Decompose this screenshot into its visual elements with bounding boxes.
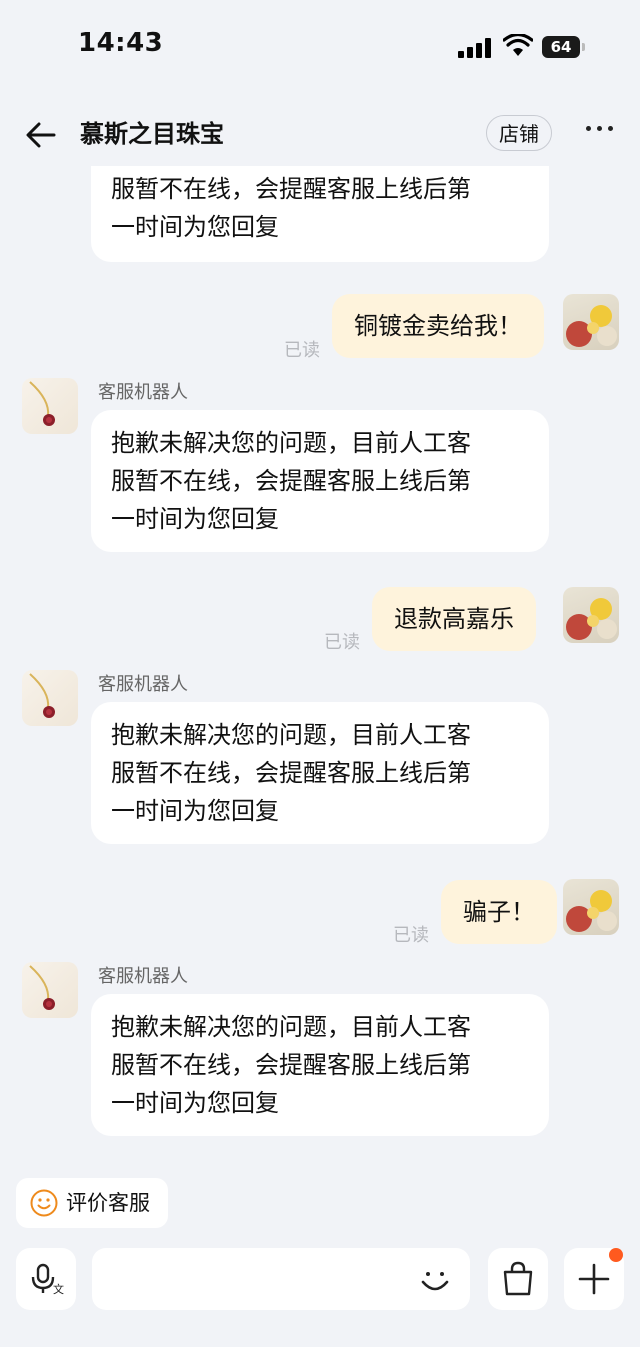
bot-avatar[interactable] [22,670,78,726]
bot-message-bubble: 抱歉未解决您的问题，目前人工客 服暂不在线，会提醒客服上线后第 一时间为您回复 [91,410,549,552]
store-button[interactable]: 店铺 [486,115,552,151]
read-receipt: 已读 [324,632,360,653]
avatar-image [29,673,55,718]
rate-service-label: 评价客服 [66,1191,150,1215]
status-time: 14:43 [78,28,164,58]
message-line: 一时间为您回复 [111,797,279,825]
voice-to-text-button[interactable]: 文 [16,1248,76,1310]
voice-to-text-icon: 文 [31,1263,64,1296]
wifi-icon [503,34,533,56]
avatar-image [566,598,617,640]
my-message-bubble: 退款高嘉乐 [372,587,536,651]
message-line: 抱歉未解决您的问题，目前人工客 [111,429,471,457]
cellular-signal-icon [458,38,492,58]
emoji-icon[interactable] [418,1263,452,1297]
message-line: 服暂不在线，会提醒客服上线后第 [111,467,471,495]
bot-name: 客服机器人 [98,966,188,987]
message-line: 服暂不在线，会提醒客服上线后第 [111,1051,471,1079]
avatar-image [29,965,55,1010]
shopping-bag-icon [503,1261,533,1296]
back-arrow-icon[interactable] [24,118,58,152]
battery-tip [582,43,585,51]
message-line: 抱歉未解决您的问题，目前人工客 [111,721,471,749]
my-avatar[interactable] [563,587,619,643]
bot-name: 客服机器人 [98,674,188,695]
read-receipt: 已读 [393,925,429,946]
more-options-icon[interactable] [586,126,614,134]
message-line: 服暂不在线，会提醒客服上线后第 [111,759,471,787]
avatar-image [29,381,55,426]
bot-name: 客服机器人 [98,382,188,403]
message-line: 一时间为您回复 [111,505,279,533]
my-avatar[interactable] [563,879,619,935]
message-line: 一时间为您回复 [111,213,279,241]
avatar-image [566,305,617,347]
message-line: 服暂不在线，会提醒客服上线后第 [111,175,471,203]
bot-message-bubble: 抱歉未解决您的问题，目前人工客 服暂不在线，会提醒客服上线后第 一时间为您回复 [91,702,549,844]
my-message-bubble: 铜镀金卖给我！ [332,294,544,358]
message-line: 抱歉未解决您的问题，目前人工客 [111,1013,471,1041]
bot-avatar[interactable] [22,378,78,434]
my-avatar[interactable] [563,294,619,350]
bot-message-bubble: 抱歉未解决您的问题，目前人工客 服暂不在线，会提醒客服上线后第 一时间为您回复 [91,994,549,1136]
rate-service-button[interactable]: 评价客服 [16,1178,168,1228]
shopping-bag-button[interactable] [488,1248,548,1310]
bot-message-bubble: 服暂不在线，会提醒客服上线后第 一时间为您回复 [91,166,549,262]
page-title: 慕斯之目珠宝 [80,120,224,148]
svg-text:文: 文 [53,1282,64,1296]
battery-indicator: 64 [542,36,580,58]
message-input[interactable] [92,1248,470,1310]
message-line: 一时间为您回复 [111,1089,279,1117]
bot-avatar[interactable] [22,962,78,1018]
read-receipt: 已读 [284,340,320,361]
smile-icon [30,1189,58,1217]
my-message-bubble: 骗子！ [441,880,557,944]
notification-dot [609,1248,623,1262]
avatar-image [566,890,617,932]
